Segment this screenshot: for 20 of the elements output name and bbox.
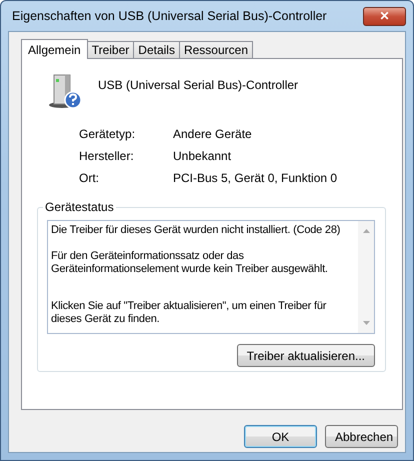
property-value: Unbekannt (173, 149, 232, 163)
group-title: Gerätestatus (44, 200, 115, 214)
tab[interactable]: Details (133, 41, 180, 58)
tab[interactable]: Ressourcen (178, 41, 253, 58)
property-label: Ort: (79, 171, 100, 185)
tab[interactable]: Allgemein (21, 39, 88, 59)
dialog-button[interactable]: Abbrechen (325, 425, 398, 448)
status-message: Für den Geräteinformationssatz oder das Geräteinformationselement wurde kein Treiber ausgewählt. (51, 250, 329, 276)
close-button[interactable]: ✕ (363, 6, 406, 26)
property-label: Gerätetyp: (79, 127, 136, 141)
status-message: Die Treiber für dieses Gerät wurden nicht installiert. (Code 28) (51, 224, 342, 237)
tab[interactable]: Treiber (86, 41, 134, 58)
status-message: Klicken Sie auf "Treiber aktualisieren", um einen Treiber für dieses Gerät zu finden. (51, 300, 328, 326)
update-driver-button[interactable]: Treiber aktualisieren... (236, 344, 375, 367)
device-name: USB (Universal Serial Bus)-Controller (98, 78, 298, 92)
dialog-button[interactable]: OK (244, 425, 317, 448)
property-value: Andere Geräte (173, 127, 253, 141)
window-title: Eigenschaften von USB (Universal Serial Bus)-Controller (11, 9, 327, 23)
property-value: PCI-Bus 5, Gerät 0, Funktion 0 (173, 171, 338, 185)
property-label: Hersteller: (79, 149, 135, 163)
